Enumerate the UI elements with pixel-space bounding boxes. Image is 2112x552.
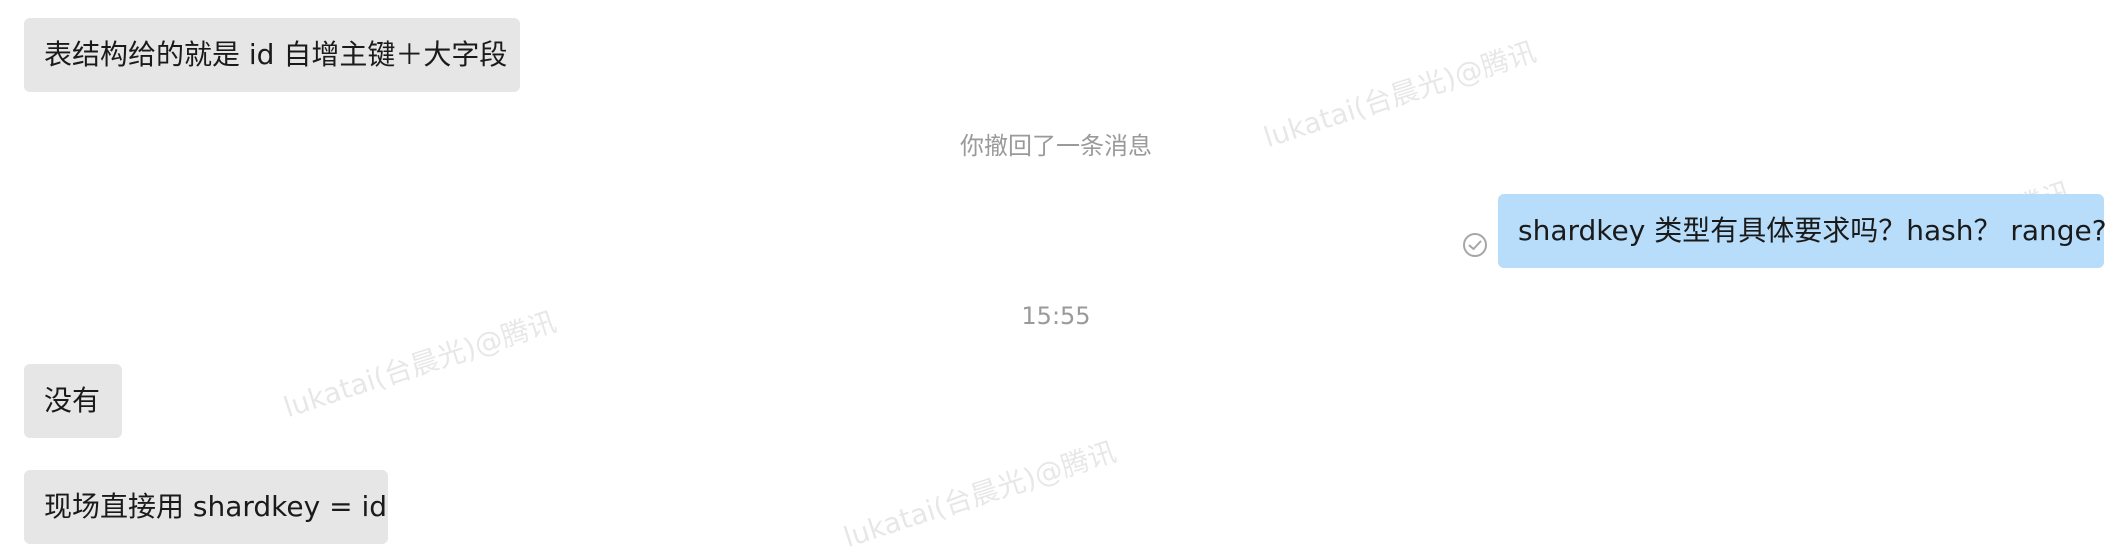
- chat-window: lukatai(台晨光)@腾讯 腾讯 lukatai(台晨光)@腾讯 lukat…: [0, 0, 2112, 552]
- watermark: lukatai(台晨光)@腾讯: [839, 434, 1121, 552]
- check-circle-icon: [1463, 233, 1487, 257]
- recall-notice: 你撤回了一条消息: [960, 132, 1152, 160]
- incoming-message[interactable]: 现场直接用 shardkey = id: [24, 470, 388, 544]
- outgoing-message[interactable]: shardkey 类型有具体要求吗？hash？ range?: [1498, 194, 2107, 268]
- timestamp: 15:55: [1021, 302, 1091, 330]
- incoming-message[interactable]: 表结构给的就是 id 自增主键＋大字段: [24, 18, 520, 92]
- incoming-message[interactable]: 没有: [24, 364, 122, 438]
